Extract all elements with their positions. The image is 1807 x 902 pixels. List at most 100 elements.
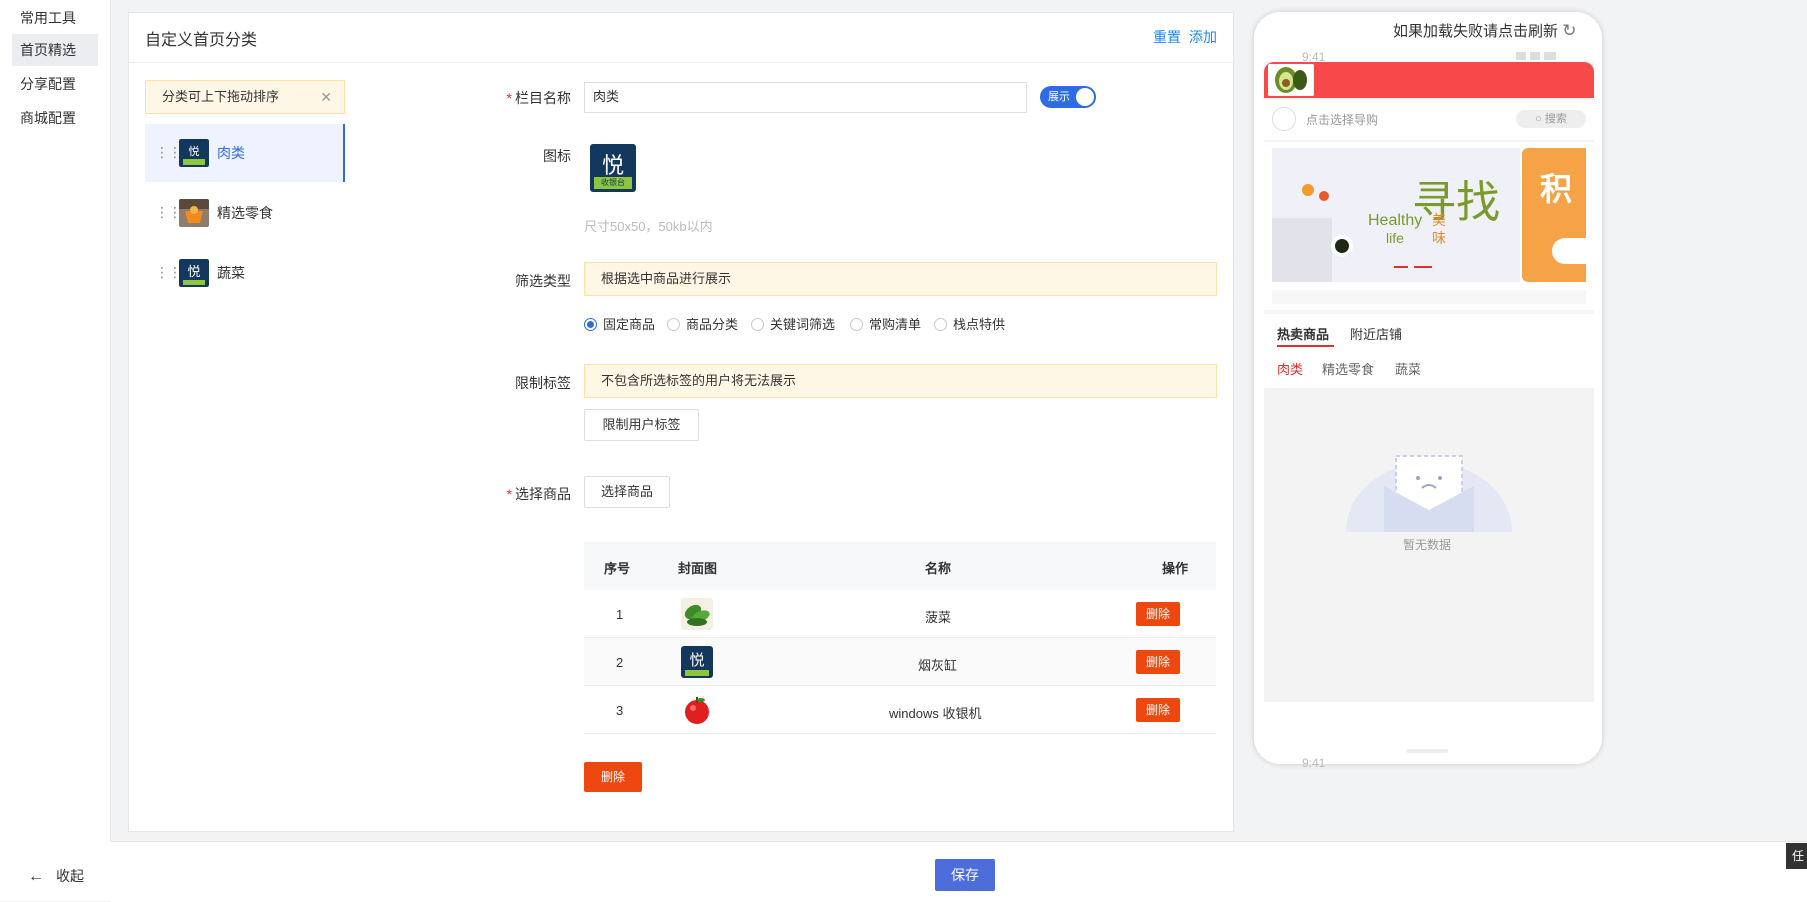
- select-goods-label: * 选择商品: [451, 484, 571, 504]
- required-mark: *: [506, 486, 512, 502]
- icon-caption: 收银台: [594, 177, 632, 189]
- radio-label: 栈点特供: [953, 317, 1006, 332]
- drag-handle-icon[interactable]: ⋮⋮: [155, 144, 182, 161]
- header-cover: 封面图: [678, 561, 718, 576]
- icon-size-hint: 尺寸50x50，50kb以内: [584, 219, 713, 234]
- spinach-icon: [681, 598, 713, 630]
- brand-logo-icon: 悦: [179, 139, 209, 167]
- radio-dot: [667, 318, 680, 331]
- nav-item-common-tools[interactable]: 常用工具: [12, 2, 98, 34]
- limit-tag-notice: 不包含所选标签的用户将无法展示: [584, 364, 1217, 398]
- drag-sort-tip: 分类可上下拖动排序 ✕: [145, 80, 345, 114]
- collapse-label: 收起: [56, 868, 84, 884]
- svg-text:悦: 悦: [689, 651, 704, 669]
- category-item-meat[interactable]: ⋮⋮ 悦 肉类: [145, 124, 345, 182]
- table-row: 1 菠菜 删除: [584, 590, 1216, 638]
- drag-tip-text: 分类可上下拖动排序: [162, 89, 280, 104]
- status-bar-time-bottom: 9:41: [1302, 756, 1326, 770]
- row-index: 1: [616, 607, 624, 622]
- banner-text-cn1: 美: [1432, 212, 1446, 228]
- radio-frequent-list[interactable]: 常购清单: [850, 314, 921, 333]
- search-icon: ○: [1535, 113, 1542, 125]
- preview-search-button[interactable]: ○ 搜索: [1516, 110, 1586, 128]
- preview-subtab-meat[interactable]: 肉类: [1277, 359, 1303, 378]
- banner-text-big: 寻找: [1412, 178, 1500, 227]
- icon-upload[interactable]: 悦 收银台: [590, 144, 636, 192]
- radio-goods-category[interactable]: 商品分类: [667, 314, 738, 333]
- refresh-icon[interactable]: ↻: [1562, 21, 1576, 40]
- select-goods-label-text: 选择商品: [515, 486, 571, 502]
- row-name: windows 收银机: [889, 706, 982, 721]
- brand-logo-icon: 悦: [681, 646, 713, 678]
- corner-task-tag[interactable]: 任: [1786, 843, 1807, 869]
- show-toggle-label: 展示: [1048, 91, 1070, 103]
- preview-subtab-snacks[interactable]: 精选零食: [1322, 359, 1374, 378]
- preview-tab-underline: [1277, 345, 1334, 347]
- radio-fixed-goods[interactable]: 固定商品: [584, 314, 655, 333]
- radio-label: 常购清单: [869, 317, 922, 332]
- show-toggle[interactable]: 展示: [1040, 86, 1096, 108]
- goods-table-header: 序号 封面图 名称 操作: [584, 542, 1216, 590]
- banner-side-text: 积: [1540, 171, 1573, 207]
- header-action: 操作: [1162, 561, 1189, 576]
- column-name-input[interactable]: 肉类: [584, 82, 1027, 113]
- nav-item-home-featured[interactable]: 首页精选: [12, 34, 98, 66]
- preview-tab-hot[interactable]: 热卖商品: [1277, 324, 1329, 343]
- radio-keyword-filter[interactable]: 关键词筛选: [751, 314, 835, 333]
- left-sidebar: 常用工具 首页精选 分享配置 商城配置: [0, 0, 111, 901]
- filter-type-label: 筛选类型: [515, 273, 571, 289]
- delete-row-button[interactable]: 删除: [1136, 698, 1180, 722]
- card-divider: [129, 62, 1233, 63]
- required-mark: *: [506, 90, 512, 106]
- category-name: 精选零食: [217, 205, 273, 221]
- category-name: 肉类: [217, 145, 245, 161]
- banner-indicator-bar: [1272, 290, 1586, 304]
- guide-placeholder[interactable]: 点击选择导购: [1306, 111, 1378, 128]
- reload-tip-text: 如果加载失败请点击刷新: [1393, 23, 1559, 40]
- category-item-vegetables[interactable]: ⋮⋮ 悦 蔬菜: [145, 244, 345, 302]
- reload-tip[interactable]: 如果加载失败请点击刷新 ↻: [1393, 20, 1576, 41]
- delete-row-button[interactable]: 删除: [1136, 650, 1180, 674]
- drag-handle-icon[interactable]: ⋮⋮: [155, 204, 182, 221]
- banner-main[interactable]: 寻找 Healthy life 美 味: [1272, 148, 1520, 282]
- limit-user-tag-button[interactable]: 限制用户标签: [584, 409, 699, 441]
- row-name: 菠菜: [925, 610, 952, 625]
- icon-brand-text: 悦: [601, 153, 624, 178]
- table-row: 2 悦 烟灰缸 删除: [584, 638, 1216, 686]
- card-title: 自定义首页分类: [145, 32, 258, 49]
- empty-illustration-icon: [1346, 455, 1512, 532]
- radio-dot: [934, 318, 947, 331]
- nav-item-share-config[interactable]: 分享配置: [12, 68, 98, 100]
- radio-station-special[interactable]: 栈点特供: [934, 314, 1005, 333]
- collapse-sidebar-button[interactable]: ← 收起: [28, 866, 84, 886]
- preview-subtab-vegetables[interactable]: 蔬菜: [1395, 359, 1421, 378]
- guide-avatar[interactable]: [1272, 107, 1296, 131]
- nav-item-mall-config[interactable]: 商城配置: [12, 102, 98, 134]
- banner-text-en1: Healthy: [1368, 212, 1423, 229]
- search-label: 搜索: [1544, 113, 1567, 125]
- banner-text-cn2: 味: [1432, 230, 1446, 246]
- row-name: 烟灰缸: [918, 658, 958, 673]
- select-goods-button[interactable]: 选择商品: [584, 476, 670, 508]
- row-index: 2: [616, 655, 624, 670]
- bulk-delete-button[interactable]: 删除: [584, 762, 642, 792]
- add-link[interactable]: 添加: [1189, 27, 1217, 47]
- save-button[interactable]: 保存: [935, 859, 995, 891]
- radio-label: 商品分类: [686, 317, 739, 332]
- header-index: 序号: [604, 561, 631, 576]
- banner-text-en2: life: [1386, 230, 1404, 246]
- preview-tab-nearby[interactable]: 附近店铺: [1350, 324, 1402, 343]
- banner-side[interactable]: 积: [1522, 148, 1586, 282]
- delete-row-button[interactable]: 删除: [1136, 602, 1180, 626]
- close-icon[interactable]: ✕: [320, 81, 332, 113]
- column-name-label-text: 栏目名称: [515, 90, 571, 106]
- drag-handle-icon[interactable]: ⋮⋮: [155, 264, 182, 281]
- snack-basket-icon: [179, 199, 209, 227]
- header-name: 名称: [925, 561, 952, 576]
- reset-link[interactable]: 重置: [1153, 27, 1181, 47]
- status-bar-icons: [1516, 52, 1556, 60]
- svg-text:悦: 悦: [189, 144, 200, 158]
- radio-label: 固定商品: [603, 317, 656, 332]
- category-name: 蔬菜: [217, 265, 245, 281]
- category-item-snacks[interactable]: ⋮⋮ 精选零食: [145, 184, 345, 242]
